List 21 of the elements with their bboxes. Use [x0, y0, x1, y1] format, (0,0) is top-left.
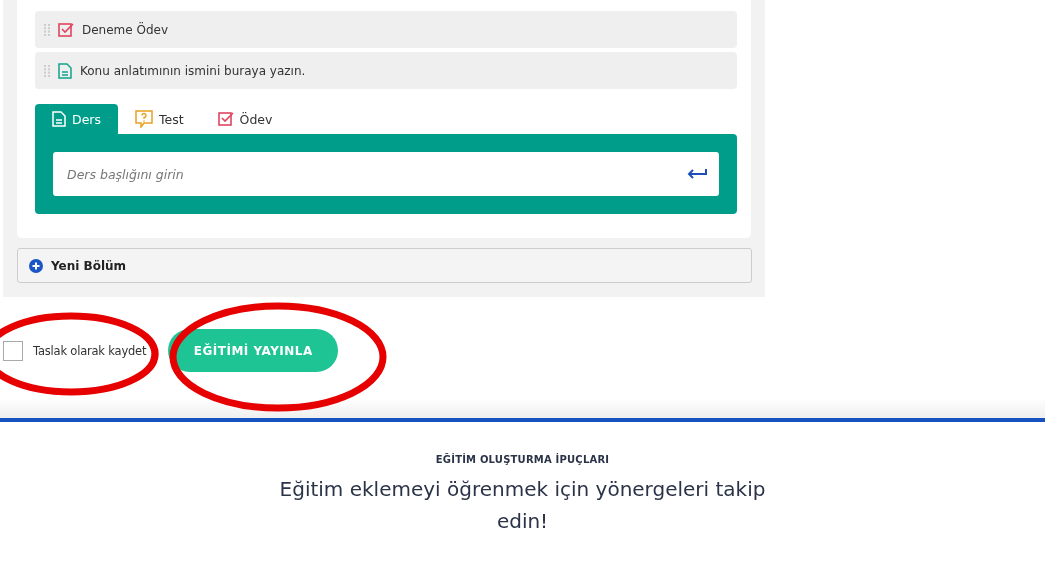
drag-handle-icon[interactable]	[44, 23, 50, 36]
draft-checkbox[interactable]	[3, 340, 23, 361]
lesson-title: Deneme Ödev	[82, 22, 169, 37]
tips-heading: Eğitim eklemeyi öğrenmek için yönergeleri takip edin!	[278, 476, 767, 535]
document-icon	[58, 62, 72, 79]
checkbox-tick-icon	[217, 111, 234, 127]
lesson-item[interactable]: Konu anlatımının ismini buraya yazın.	[35, 52, 737, 89]
draft-label[interactable]: Taslak olarak kaydet	[33, 343, 147, 358]
enter-arrow-icon[interactable]	[687, 168, 707, 180]
lesson-title: Konu anlatımının ismini buraya yazın.	[80, 63, 306, 78]
checkbox-tick-icon	[58, 21, 74, 38]
tab[interactable]: Ödev	[200, 104, 290, 134]
plus-circle-icon	[29, 258, 43, 273]
lesson-title-field[interactable]: Ders başlığını girin	[53, 152, 719, 196]
lesson-item[interactable]: Deneme Ödev	[35, 11, 737, 48]
drag-handle-icon[interactable]	[44, 64, 50, 77]
tab[interactable]: Test	[117, 104, 201, 134]
question-bubble-icon	[134, 110, 153, 128]
tips-eyebrow: EĞİTİM OLUŞTURMA İPUÇLARI	[434, 454, 611, 465]
document-icon	[52, 111, 66, 127]
new-section-button[interactable]: Yeni Bölüm	[17, 248, 752, 283]
